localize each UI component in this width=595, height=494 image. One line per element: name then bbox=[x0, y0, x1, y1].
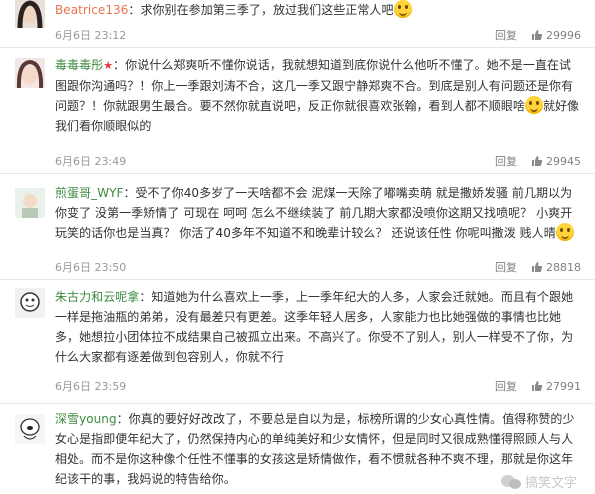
like-count: 29996 bbox=[546, 28, 581, 42]
watermark: 搞笑文字 bbox=[500, 472, 577, 491]
verified-star-icon: ★ bbox=[103, 59, 114, 72]
comment-body: ：受不了你40多岁了一天啥都不会 泥煤一天除了嘟嘴卖萌 就是撒娇发骚 前几期以为… bbox=[55, 186, 573, 240]
avatar[interactable] bbox=[15, 58, 45, 88]
like-count: 29945 bbox=[546, 154, 581, 168]
thumbs-up-icon bbox=[532, 262, 543, 272]
comment-timestamp: 6月6日 23:59 bbox=[55, 380, 127, 393]
comment-body: ：你说什么郑爽听不懂你说话，我就想知道到底你说什么他听不懂了。她不是一直在试图跟… bbox=[55, 58, 574, 113]
user-name-link[interactable]: 毒毒毒彤 bbox=[55, 58, 103, 72]
watermark-text: 搞笑文字 bbox=[524, 476, 577, 491]
comment-item: 朱古力和云呢拿：知道她为什么喜欢上一季，上一季年纪大的人多，人家会迁就她。而且有… bbox=[0, 280, 595, 404]
comment-text: 朱古力和云呢拿：知道她为什么喜欢上一季，上一季年纪大的人多，人家会迁就她。而且有… bbox=[55, 287, 581, 367]
like-button[interactable]: 29945 bbox=[531, 155, 581, 168]
like-button[interactable]: 29996 bbox=[531, 29, 581, 42]
comment-item: Beatrice136：求你别在参加第三季了，放过我们这些正常人吧 6月6日 2… bbox=[0, 0, 595, 48]
smile-emoji-icon bbox=[555, 223, 574, 241]
reply-button[interactable]: 回复 bbox=[495, 27, 517, 43]
thumbs-up-icon bbox=[532, 381, 543, 391]
comment-text: 毒毒毒彤★：你说什么郑爽听不懂你说话，我就想知道到底你说什么他听不懂了。她不是一… bbox=[55, 55, 581, 136]
reply-button[interactable]: 回复 bbox=[495, 378, 517, 394]
comment-timestamp: 6月6日 23:50 bbox=[55, 261, 127, 274]
comment-body: ：求你别在参加第三季了，放过我们这些正常人吧 bbox=[128, 3, 394, 17]
comment-timestamp: 6月6日 23:49 bbox=[55, 155, 127, 168]
like-count: 28818 bbox=[546, 260, 581, 274]
like-count: 27991 bbox=[546, 379, 581, 393]
avatar[interactable] bbox=[15, 0, 45, 28]
comment-text: Beatrice136：求你别在参加第三季了，放过我们这些正常人吧 bbox=[55, 0, 581, 20]
smile-emoji-icon bbox=[524, 96, 543, 114]
comment-text: 煎蛋哥_WYF：受不了你40多岁了一天啥都不会 泥煤一天除了嘟嘴卖萌 就是撒娇发… bbox=[55, 183, 581, 243]
comment-body: ：你真的要好好改改了，不要总是自以为是，标榜所谓的少女心真性情。值得称赞的少女心… bbox=[55, 412, 575, 486]
like-button[interactable]: 27991 bbox=[531, 380, 581, 393]
like-button[interactable]: 28818 bbox=[531, 261, 581, 274]
user-name-link[interactable]: 朱古力和云呢拿 bbox=[55, 290, 139, 304]
avatar[interactable] bbox=[15, 414, 45, 444]
avatar[interactable] bbox=[15, 188, 45, 218]
wechat-icon bbox=[500, 474, 521, 489]
user-name-link[interactable]: 深雪young bbox=[55, 412, 117, 426]
grin-emoji-icon bbox=[393, 0, 412, 18]
reply-button[interactable]: 回复 bbox=[495, 153, 517, 169]
avatar[interactable] bbox=[15, 288, 45, 318]
thumbs-up-icon bbox=[532, 156, 543, 166]
reply-button[interactable]: 回复 bbox=[495, 259, 517, 275]
thumbs-up-icon bbox=[532, 30, 543, 40]
user-name-link[interactable]: 煎蛋哥_WYF bbox=[55, 186, 123, 200]
comment-timestamp: 6月6日 23:12 bbox=[55, 29, 127, 42]
user-name-link[interactable]: Beatrice136 bbox=[55, 3, 128, 17]
comment-item: 毒毒毒彤★：你说什么郑爽听不懂你说话，我就想知道到底你说什么他听不懂了。她不是一… bbox=[0, 48, 595, 174]
comment-item: 煎蛋哥_WYF：受不了你40多岁了一天啥都不会 泥煤一天除了嘟嘴卖萌 就是撒娇发… bbox=[0, 174, 595, 280]
